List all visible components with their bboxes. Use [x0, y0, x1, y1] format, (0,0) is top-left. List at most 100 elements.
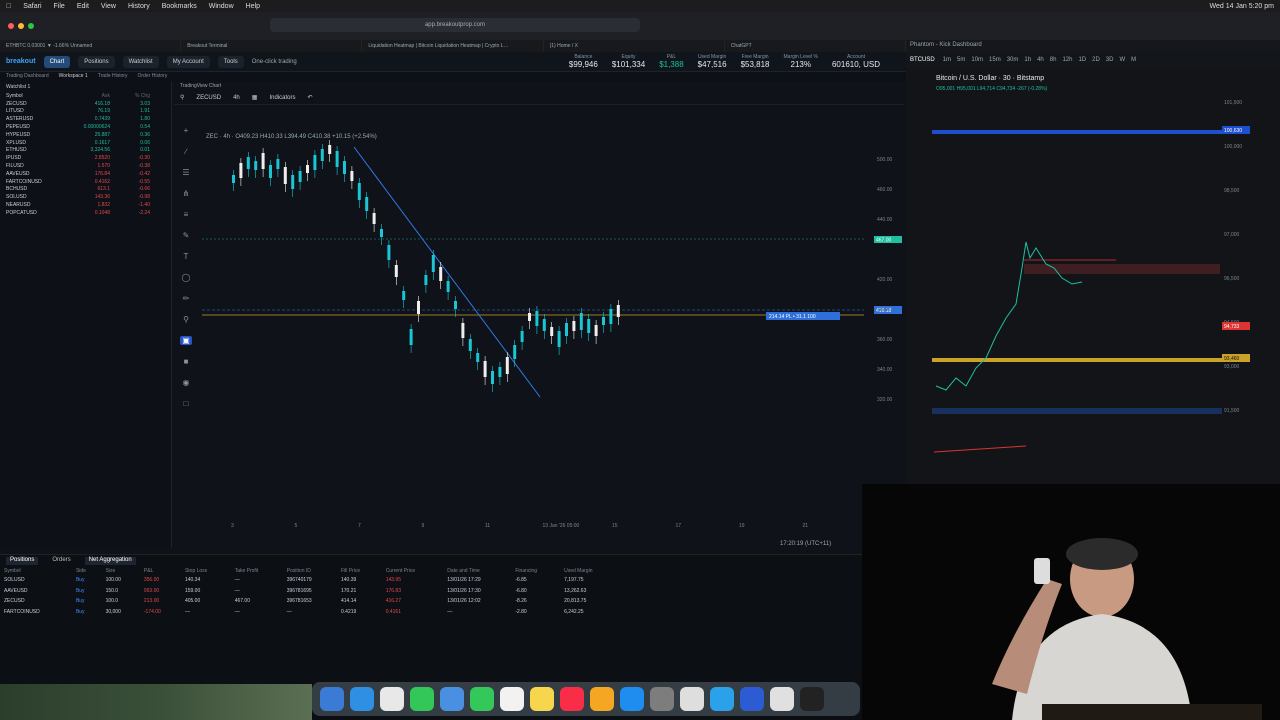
- column-header[interactable]: Take Profit: [231, 567, 283, 575]
- watchlist-row[interactable]: BCHUSD 613.1 -0.66: [0, 186, 171, 194]
- interval-3D[interactable]: 3D: [1106, 57, 1114, 63]
- interval-W[interactable]: W: [1119, 57, 1125, 63]
- column-header[interactable]: Symbol: [0, 567, 72, 575]
- position-row[interactable]: ZECUSD Buy 100.0 213.00 405.00 467.00 39678165…: [0, 596, 620, 607]
- whatsapp-icon[interactable]: [410, 687, 434, 711]
- column-header[interactable]: Used Margin: [560, 567, 620, 575]
- column-header[interactable]: Position ID: [283, 567, 337, 575]
- apple-icon[interactable]: : [6, 3, 11, 10]
- address-bar[interactable]: app.breakoutprop.com: [270, 18, 640, 32]
- close-window-button[interactable]: [8, 23, 14, 29]
- settings-icon[interactable]: [650, 687, 674, 711]
- safari-icon[interactable]: [350, 687, 374, 711]
- watchlist-row[interactable]: LITUSD 76.19 1.91: [0, 108, 171, 116]
- trendline[interactable]: [353, 146, 541, 398]
- menu-edit[interactable]: Edit: [77, 3, 89, 10]
- telegram-icon[interactable]: [710, 687, 734, 711]
- app-logo[interactable]: breakout: [6, 58, 36, 65]
- column-header[interactable]: Fill Price: [337, 567, 382, 575]
- nav-positions[interactable]: Positions: [78, 55, 115, 68]
- watchlist-row[interactable]: SOLUSD 143.36 -0.98: [0, 193, 171, 201]
- interval-10m[interactable]: 10m: [971, 57, 983, 63]
- browser-tab[interactable]: ChatGPT: [725, 40, 907, 52]
- watchlist-row[interactable]: NEARUSD 1.832 -1.40: [0, 201, 171, 209]
- interval-30m[interactable]: 30m: [1007, 57, 1019, 63]
- account-menu[interactable]: My Account: [166, 55, 210, 68]
- tools-menu[interactable]: Tools: [217, 55, 244, 68]
- watchlist-row[interactable]: ETHUSD 3,324.56 0.01: [0, 147, 171, 155]
- menu-history[interactable]: History: [128, 3, 150, 10]
- one-click-toggle[interactable]: One-click trading: [252, 59, 297, 65]
- column-header[interactable]: P&L: [140, 567, 181, 575]
- browser-tab[interactable]: (1) Home / X: [544, 40, 725, 52]
- zoom-app-icon[interactable]: [740, 687, 764, 711]
- text-app-icon[interactable]: [680, 687, 704, 711]
- interval-1m[interactable]: 1m: [943, 57, 951, 63]
- tab-orders[interactable]: Orders: [52, 557, 70, 565]
- column-header[interactable]: Stop Loss: [181, 567, 231, 575]
- column-header[interactable]: Size: [102, 567, 140, 575]
- position-row[interactable]: SOLUSD Buy 100.00 356.00 140.34 — 396740179 140…: [0, 575, 620, 586]
- tab-positions[interactable]: Positions: [6, 557, 39, 565]
- zoom-window-button[interactable]: [28, 23, 34, 29]
- interval-12h[interactable]: 12h: [1062, 57, 1072, 63]
- menu-file[interactable]: File: [54, 3, 65, 10]
- subnav-order-history[interactable]: Order History: [138, 73, 168, 81]
- watchlist-title[interactable]: Watchlist 1: [0, 82, 171, 92]
- position-row[interactable]: AAVEUSD Buy 150.0 993.00 159.00 — 396781695 170…: [0, 586, 620, 597]
- indicators-button[interactable]: Indicators: [269, 95, 295, 101]
- interval-1D[interactable]: 1D: [1078, 57, 1086, 63]
- subnav-trade-history[interactable]: Trade History: [98, 73, 128, 81]
- subnav-dashboard[interactable]: Trading Dashboard: [6, 73, 49, 81]
- search-icon[interactable]: ⚲: [180, 94, 184, 101]
- tv-symbol[interactable]: BTCUSD: [910, 57, 935, 63]
- position-row[interactable]: FARTCOINUSD Buy 30,000 -174.00 — — — 0.4219 0.41…: [0, 607, 620, 618]
- menu-view[interactable]: View: [101, 3, 116, 10]
- messages-icon[interactable]: [470, 687, 494, 711]
- obs-icon[interactable]: [800, 687, 824, 711]
- music-icon[interactable]: [560, 687, 584, 711]
- browser-tab[interactable]: Breakout Terminal: [181, 40, 363, 52]
- browser-tab[interactable]: Liquidation Heatmap | Bitcoin Liquidatio…: [362, 40, 544, 52]
- notes-icon[interactable]: [530, 687, 554, 711]
- nav-chart[interactable]: Chart: [43, 55, 71, 68]
- column-header[interactable]: Side: [72, 567, 102, 575]
- clock[interactable]: Wed 14 Jan 5:20 pm: [1210, 3, 1274, 10]
- watchlist-row[interactable]: PEPEUSD 0.00000624 0.54: [0, 123, 171, 131]
- column-header[interactable]: Current Price: [382, 567, 444, 575]
- interval-select[interactable]: 4h: [233, 95, 240, 101]
- watchlist-row[interactable]: ASTERUSD 0.7439 1.80: [0, 115, 171, 123]
- candlestick-chart[interactable]: ZEC · 4h · O409.23 H410.33 L394.49 C410.…: [174, 105, 904, 551]
- watchlist-row[interactable]: AAVEUSD 176.84 -0.42: [0, 170, 171, 178]
- pen-app-icon[interactable]: [590, 687, 614, 711]
- chrome-icon[interactable]: [380, 687, 404, 711]
- app-store-icon[interactable]: [620, 687, 644, 711]
- menu-bookmarks[interactable]: Bookmarks: [162, 3, 197, 10]
- nav-watchlist[interactable]: Watchlist: [122, 55, 159, 68]
- mail-icon[interactable]: [440, 687, 464, 711]
- workspace-tab[interactable]: Workspace 1: [59, 73, 88, 81]
- menu-window[interactable]: Window: [209, 3, 234, 10]
- pages-icon[interactable]: [770, 687, 794, 711]
- interval-8h[interactable]: 8h: [1050, 57, 1057, 63]
- interval-15m[interactable]: 15m: [989, 57, 1001, 63]
- column-header[interactable]: Date and Time: [443, 567, 511, 575]
- undo-icon[interactable]: ↶: [307, 94, 312, 101]
- candle-type-icon[interactable]: ▦: [252, 94, 258, 101]
- menu-help[interactable]: Help: [246, 3, 260, 10]
- minimize-window-button[interactable]: [18, 23, 24, 29]
- stat-account[interactable]: Account 601610, USD: [832, 54, 880, 69]
- interval-M[interactable]: M: [1131, 57, 1136, 63]
- watchlist-row[interactable]: ZECUSD 416.18 3.03: [0, 100, 171, 108]
- tab-net-aggregation[interactable]: Net Aggregation: [84, 557, 136, 565]
- calendar-icon[interactable]: [500, 687, 524, 711]
- interval-1h[interactable]: 1h: [1024, 57, 1031, 63]
- watchlist-row[interactable]: XPLUSD 0.1617 0.06: [0, 139, 171, 147]
- browser-tab[interactable]: ETHBTC 0.03001 ▼ -1.66% Unnamed: [0, 40, 182, 52]
- watchlist-row[interactable]: POPCATUSD 0.1048 -2.24: [0, 209, 171, 217]
- watchlist-row[interactable]: HYPEUSD 25.887 0.36: [0, 131, 171, 139]
- chart-symbol[interactable]: ZECUSD: [196, 95, 221, 101]
- watchlist-row[interactable]: FARTCOINUSD 0.4162 -0.55: [0, 178, 171, 186]
- interval-5m[interactable]: 5m: [957, 57, 965, 63]
- interval-4h[interactable]: 4h: [1037, 57, 1044, 63]
